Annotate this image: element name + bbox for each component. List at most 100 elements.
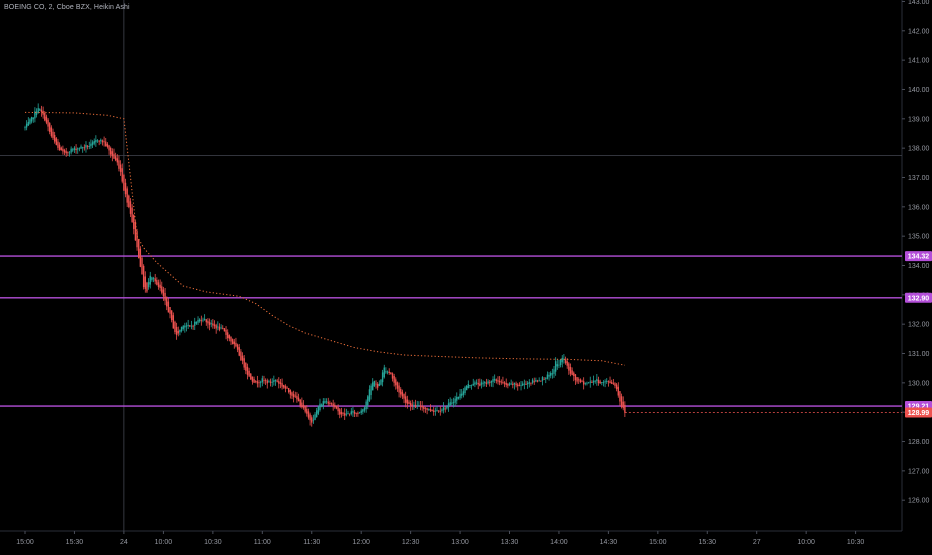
candle-body [283, 384, 285, 388]
candle-body [617, 386, 619, 396]
candle-body [620, 396, 623, 407]
candle-body [203, 318, 206, 321]
candle-body [498, 380, 501, 383]
candle-body [489, 382, 491, 384]
candle-body [615, 384, 618, 390]
candle-body [350, 411, 353, 414]
candle-body [383, 367, 385, 378]
candle-body [376, 384, 379, 388]
candle-body [218, 326, 221, 330]
candle-body [67, 152, 69, 154]
candle-body [81, 147, 84, 149]
candle-body [284, 386, 287, 389]
candle-body [190, 325, 193, 327]
candle-body [465, 385, 468, 391]
candle-body [381, 372, 384, 383]
candle-body [347, 413, 349, 415]
candle-body [273, 380, 275, 382]
candle-body [45, 116, 48, 123]
candle-body [390, 372, 392, 375]
candle-body [29, 119, 31, 124]
candle-body [447, 403, 450, 408]
candle-body [437, 410, 440, 412]
candle-body [111, 151, 114, 157]
candle-body [325, 401, 328, 403]
candle-body [73, 147, 76, 150]
candle-body [619, 391, 621, 402]
candle-body [287, 388, 290, 393]
candle-body [147, 282, 150, 288]
candle-body [467, 384, 470, 389]
candle-body [424, 407, 427, 409]
candle-body [367, 396, 369, 406]
candle-body [393, 375, 395, 383]
candle-body [123, 174, 125, 191]
candle-body [413, 404, 415, 406]
price-tick-label: 126.00 [908, 498, 930, 505]
candle-body [124, 182, 127, 195]
candle-body [65, 151, 67, 154]
candle-body [231, 339, 234, 344]
candlestick-chart[interactable]: 126.00127.00128.00129.00130.00131.00132.… [0, 0, 932, 550]
candle-body [477, 382, 479, 385]
candle-body [474, 382, 476, 385]
candle-body [526, 382, 529, 385]
candle-body [428, 408, 430, 410]
candle-body [301, 402, 303, 408]
candle-body [521, 383, 524, 386]
candle-body [362, 409, 364, 412]
time-tick-label: 10:00 [155, 539, 173, 546]
candle-body [55, 138, 58, 145]
candle-body [495, 379, 498, 381]
candle-body [240, 351, 242, 361]
candle-body [169, 307, 171, 314]
candle-body [100, 139, 102, 142]
candle-body [512, 383, 514, 386]
candle-body [454, 398, 456, 403]
candle-body [439, 410, 441, 412]
candle-body [258, 382, 260, 384]
candle-body [434, 410, 437, 412]
candle-body [109, 147, 112, 155]
time-tick-label: 11:30 [303, 539, 320, 546]
candle-body [372, 382, 374, 391]
candle-body [398, 385, 400, 393]
candle-body [144, 276, 147, 289]
candle-body [358, 412, 361, 414]
candle-body [602, 382, 605, 384]
candle-body [444, 408, 446, 410]
candle-body [322, 401, 324, 406]
candle-body [507, 384, 509, 386]
candle-body [175, 326, 178, 335]
candle-body [152, 278, 155, 280]
candle-body [164, 292, 166, 301]
candle-body [259, 381, 262, 383]
candle-body [39, 108, 41, 111]
candle-body [610, 382, 613, 384]
price-tick-label: 139.00 [908, 116, 930, 123]
candle-body [433, 410, 435, 412]
candle-body [248, 370, 250, 377]
candle-body [571, 370, 573, 376]
price-tick-label: 142.00 [908, 28, 930, 35]
candle-body [536, 380, 539, 382]
candle-body [441, 409, 443, 411]
time-tick-label: 15:00 [16, 539, 34, 546]
candle-body [182, 325, 184, 330]
candle-body [332, 403, 334, 407]
candle-body [222, 327, 224, 329]
candle-body [348, 413, 351, 415]
candle-body [44, 112, 46, 121]
candle-body [472, 383, 474, 386]
candle-body [250, 373, 252, 380]
candle-body [386, 371, 389, 373]
candle-body [57, 141, 59, 148]
candle-body [154, 278, 156, 282]
chart-area[interactable]: 126.00127.00128.00129.00130.00131.00132.… [0, 0, 932, 550]
candle-body [52, 131, 54, 139]
candle-body [184, 325, 186, 328]
candle-body [96, 140, 99, 142]
candle-body [121, 168, 123, 182]
candle-body [32, 117, 34, 120]
candle-body [451, 402, 453, 404]
